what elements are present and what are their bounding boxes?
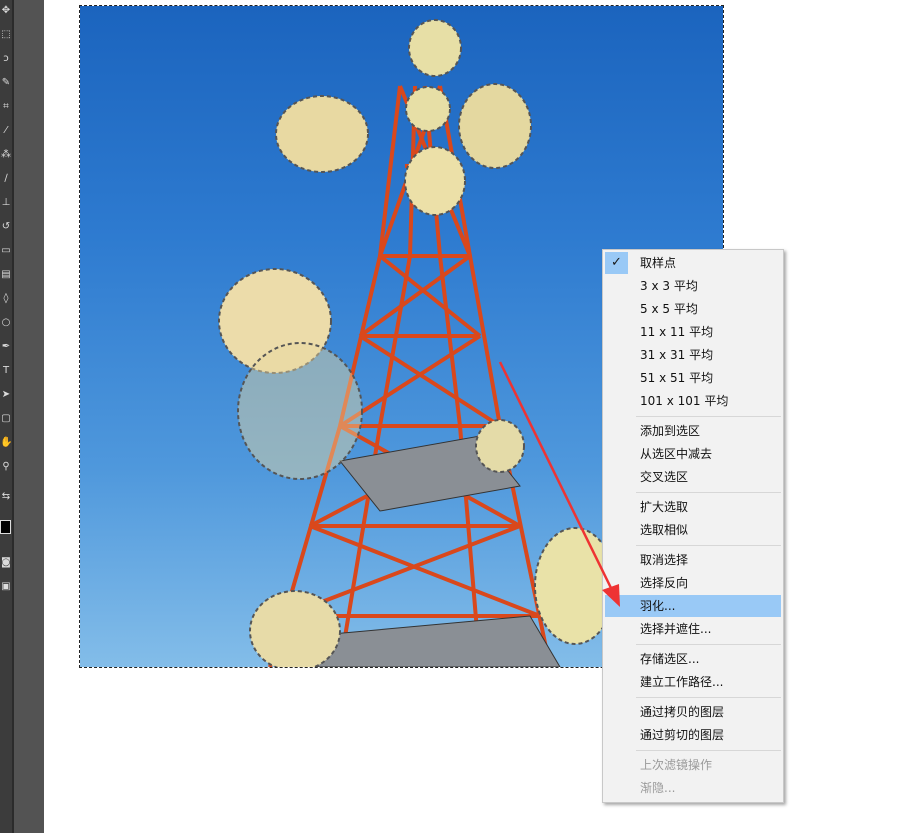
marquee-icon[interactable]: ⬚ (0, 28, 12, 42)
menu-item-11x11-average[interactable]: 11 x 11 平均 (605, 321, 781, 343)
menu-item-fade: 渐隐... (640, 781, 676, 795)
menu-item-51x51-average[interactable]: 51 x 51 平均 (605, 367, 781, 389)
menu-item-subtract-from-selection[interactable]: 从选区中减去 (605, 443, 781, 465)
menu-item-make-work-path[interactable]: 建立工作路径... (605, 671, 781, 693)
hand-icon[interactable]: ✋ (0, 436, 12, 450)
menu-item-31x31-average[interactable]: 31 x 31 平均 (605, 344, 781, 366)
stamp-icon[interactable]: ⊥ (0, 196, 12, 210)
tools-strip: ✥ ⬚ ↄ ✎ ⌗ ⁄ ⁂ ∕ ⊥ ↺ ▭ ▤ ◊ ○ ✒ T ➤ ▢ ✋ ⚲ … (0, 0, 12, 833)
menu-item-layer-via-cut[interactable]: 通过剪切的图层 (605, 724, 781, 746)
menu-item-grow[interactable]: 扩大选取 (605, 496, 781, 518)
context-menu: ✓ 取样点 3 x 3 平均 5 x 5 平均 11 x 11 平均 31 x … (602, 249, 784, 803)
menu-item-sample-point[interactable]: ✓ 取样点 (605, 252, 781, 274)
crop-icon[interactable]: ⌗ (0, 100, 12, 114)
menu-item-5x5-average[interactable]: 5 x 5 平均 (605, 298, 781, 320)
pen-icon[interactable]: ✒ (0, 340, 12, 354)
menu-item-3x3-average[interactable]: 3 x 3 平均 (605, 275, 781, 297)
move-icon[interactable]: ✥ (0, 4, 12, 18)
menu-item-save-selection[interactable]: 存储选区... (605, 648, 781, 670)
menu-item-similar[interactable]: 选取相似 (605, 519, 781, 541)
eyedropper-icon[interactable]: ⁄ (0, 124, 12, 138)
quick-mask-icon[interactable]: ◙ (0, 556, 12, 570)
menu-item-101x101-average[interactable]: 101 x 101 平均 (605, 390, 781, 412)
zoom-icon[interactable]: ⚲ (0, 460, 12, 474)
shape-icon[interactable]: ▢ (0, 412, 12, 426)
screen-mode-icon[interactable]: ▣ (0, 580, 12, 594)
gradient-icon[interactable]: ▤ (0, 268, 12, 282)
brush-icon[interactable]: ∕ (0, 172, 12, 186)
menu-item-deselect[interactable]: 取消选择 (605, 549, 781, 571)
healing-icon[interactable]: ⁂ (0, 148, 12, 162)
menu-item-intersect-selection[interactable]: 交叉选区 (605, 466, 781, 488)
menu-separator (636, 416, 781, 417)
eraser-icon[interactable]: ▭ (0, 244, 12, 258)
menu-separator (636, 492, 781, 493)
tools-panel: ✥ ⬚ ↄ ✎ ⌗ ⁄ ⁂ ∕ ⊥ ↺ ▭ ▤ ◊ ○ ✒ T ➤ ▢ ✋ ⚲ … (0, 0, 44, 833)
lasso-icon[interactable]: ↄ (0, 52, 12, 66)
menu-item-add-to-selection[interactable]: 添加到选区 (605, 420, 781, 442)
menu-item-select-inverse[interactable]: 选择反向 (605, 572, 781, 594)
menu-item-feather[interactable]: 羽化... (605, 595, 781, 617)
dodge-icon[interactable]: ○ (0, 316, 12, 330)
menu-item-layer-via-copy[interactable]: 通过拷贝的图层 (605, 701, 781, 723)
menu-item-label: 取样点 (640, 256, 677, 270)
path-select-icon[interactable]: ➤ (0, 388, 12, 402)
menu-separator (636, 644, 781, 645)
menu-separator (636, 545, 781, 546)
menu-separator (636, 697, 781, 698)
menu-item-select-and-mask[interactable]: 选择并遮住... (605, 618, 781, 640)
foreground-color-swatch[interactable] (0, 520, 11, 534)
menu-separator (636, 750, 781, 751)
toolbar-divider (12, 0, 14, 833)
swap-colors-icon[interactable]: ⇆ (0, 490, 12, 504)
type-icon[interactable]: T (0, 364, 12, 378)
check-icon: ✓ (605, 252, 628, 274)
history-brush-icon[interactable]: ↺ (0, 220, 12, 234)
quick-select-icon[interactable]: ✎ (0, 76, 12, 90)
menu-item-last-filter: 上次滤镜操作 (640, 758, 713, 772)
blur-icon[interactable]: ◊ (0, 292, 12, 306)
